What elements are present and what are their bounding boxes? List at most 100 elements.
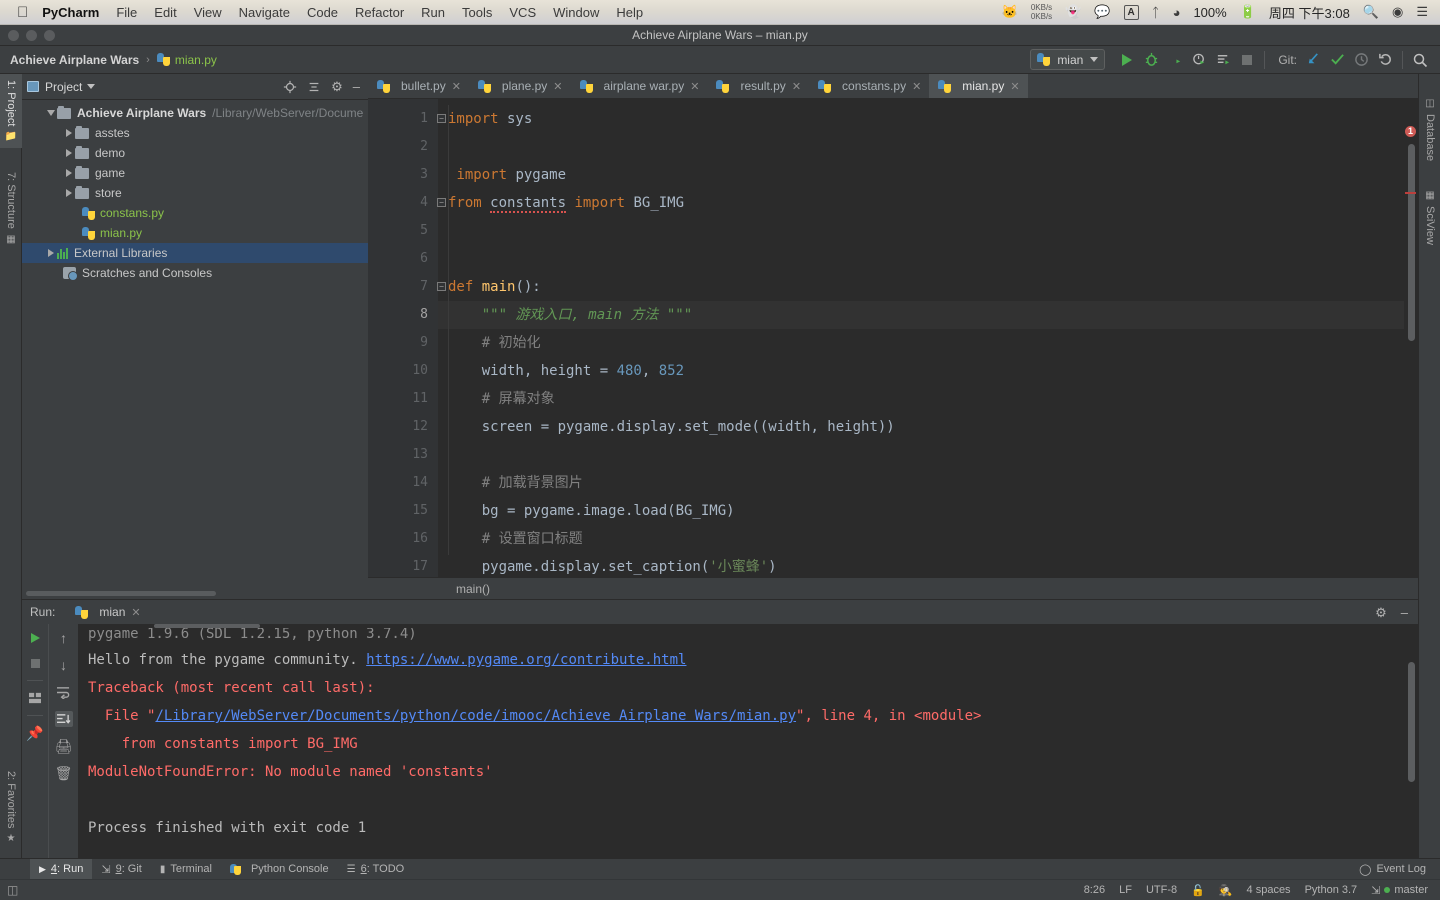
hide-panel-icon[interactable]: ‒ [1401,606,1408,619]
expand-arrow-icon[interactable] [44,249,57,257]
tree-item-mian-py[interactable]: mian.py [22,223,368,243]
breadcrumb-main-function[interactable]: main() [456,582,490,596]
history-button[interactable] [1349,48,1373,72]
tool-tab-python-console[interactable]: Python Console [221,859,338,880]
next-occurrence-button[interactable]: ↓ [55,657,73,673]
scrollbar-thumb[interactable] [26,591,216,596]
menu-item-view[interactable]: View [194,5,222,20]
sidebar-item-database[interactable]: ◫ Database [1419,92,1440,167]
menu-item-code[interactable]: Code [307,5,338,20]
scroll-to-end-button[interactable] [54,711,73,727]
close-tab-icon[interactable]: ✕ [690,80,699,93]
input-method-icon[interactable]: A [1123,4,1139,20]
breadcrumb-project[interactable]: Achieve Airplane Wars [10,53,139,67]
tool-tab-run[interactable]: ▶ 4: Run [30,858,93,880]
lock-icon[interactable]: 🔓 [1191,884,1205,897]
event-log-button[interactable]: ◯ Event Log [1359,863,1440,876]
editor-marker-bar[interactable]: 1 [1404,124,1418,577]
gear-icon[interactable]: ⚙ [331,80,343,93]
clear-all-button[interactable]: 🗑 [55,765,73,781]
qq-icon[interactable]: 👻 [1065,4,1081,20]
file-encoding[interactable]: UTF-8 [1146,884,1177,896]
tree-item-game[interactable]: game [22,163,368,183]
menu-item-pycharm[interactable]: PyCharm [42,5,99,20]
battery-percent[interactable]: 100% [1193,5,1226,20]
sidebar-item-sciview[interactable]: ▦ SciView [1419,184,1440,251]
locate-icon[interactable] [283,80,297,94]
expand-arrow-icon[interactable] [62,169,75,177]
menu-item-vcs[interactable]: VCS [509,5,536,20]
prev-occurrence-button[interactable]: ↑ [55,630,73,646]
indent-setting[interactable]: 4 spaces [1247,884,1291,896]
tool-tab-git[interactable]: ⇲ 9: Git [92,859,151,880]
close-tab-icon[interactable]: ✕ [452,80,461,93]
close-tab-icon[interactable]: ✕ [792,80,801,93]
menu-item-edit[interactable]: Edit [154,5,176,20]
project-horizontal-scrollbar[interactable] [22,587,368,599]
file-path-link[interactable]: /Library/WebServer/Documents/python/code… [155,708,796,724]
wechat-icon[interactable]: 💬 [1094,4,1110,20]
search-everywhere-icon[interactable] [1408,48,1432,72]
toggle-toolbar-icon[interactable]: ◫ [7,883,18,897]
network-speed-indicator[interactable]: 0KB/s 0KB/s [1031,3,1052,21]
commit-button[interactable] [1325,48,1349,72]
stop-button[interactable] [26,655,44,671]
run-console-output[interactable]: pygame 1.9.6 (SDL 1.2.15, python 3.7.4) … [78,624,1418,858]
menu-item-tools[interactable]: Tools [462,5,492,20]
tab-mian-py[interactable]: mian.py ✕ [929,74,1028,98]
menu-item-run[interactable]: Run [421,5,445,20]
run-with-console-button[interactable] [1211,48,1235,72]
tool-tab-terminal[interactable]: ▮ Terminal [151,859,221,880]
console-scrollbar-thumb[interactable] [1408,662,1415,782]
hector-inspection-icon[interactable]: 🕵 [1219,884,1233,897]
battery-charging-icon[interactable]: 🔋 [1240,4,1256,20]
wifi-icon[interactable]: ◕ [1173,5,1181,20]
tab-bullet-py[interactable]: bullet.py ✕ [368,74,469,98]
tab-constans-py[interactable]: constans.py ✕ [809,74,929,98]
error-marker[interactable] [1405,192,1416,194]
stop-button[interactable] [1235,48,1259,72]
expand-arrow-icon[interactable] [62,129,75,137]
run-coverage-button[interactable] [1163,48,1187,72]
print-button[interactable]: 🖨 [55,738,73,754]
rollback-button[interactable] [1373,48,1397,72]
collapse-all-icon[interactable] [307,80,321,94]
menu-item-help[interactable]: Help [616,5,643,20]
editor-gutter[interactable]: 1− 2 3 4− 5 6 7− 8 9 10 11 12 13 14 15 1… [368,99,446,577]
tool-tab-todo[interactable]: ☰ 6: TODO [338,859,414,880]
cat-icon[interactable]: 🐱 [1002,4,1018,20]
run-configuration-selector[interactable]: mian [1030,49,1106,70]
profile-button[interactable] [1187,48,1211,72]
chevron-down-icon[interactable] [87,84,96,89]
menu-item-file[interactable]: File [116,5,137,20]
tree-item-constans-py[interactable]: constans.py [22,203,368,223]
tree-item-external-libraries[interactable]: External Libraries [22,243,368,263]
sidebar-item-structure[interactable]: 7: Structure ▦ [0,166,22,251]
debug-button[interactable] [1139,48,1163,72]
hide-icon[interactable]: ‒ [353,80,360,93]
close-tab-icon[interactable]: ✕ [553,80,562,93]
caret-position[interactable]: 8:26 [1084,884,1105,896]
close-icon[interactable]: ✕ [131,606,140,619]
pin-tab-button[interactable]: 📌 [26,725,44,741]
line-separator[interactable]: LF [1119,884,1132,896]
tab-plane-py[interactable]: plane.py ✕ [469,74,571,98]
siri-icon[interactable]: ◉ [1392,4,1403,20]
update-project-button[interactable] [1301,48,1325,72]
tree-item-store[interactable]: store [22,183,368,203]
bluetooth-icon[interactable]: ᛏ [1152,5,1160,20]
menu-item-refactor[interactable]: Refactor [355,5,404,20]
breadcrumb-file[interactable]: mian.py [175,53,217,67]
expand-arrow-icon[interactable] [62,149,75,157]
apple-icon[interactable]:  [17,5,28,20]
tab-airplane-war-py[interactable]: airplane war.py ✕ [571,74,708,98]
restore-layout-button[interactable] [26,690,44,706]
close-tab-icon[interactable]: ✕ [912,80,921,93]
python-interpreter[interactable]: Python 3.7 [1305,884,1358,896]
sidebar-item-favorites[interactable]: 2: Favorites ★ [0,765,22,850]
rerun-button[interactable] [26,630,44,646]
editor-scrollbar-thumb[interactable] [1408,144,1415,341]
menu-item-window[interactable]: Window [553,5,599,20]
code-editor[interactable]: import sys import pygame from constants … [438,99,1418,577]
menu-bar-clock[interactable]: 周四 下午3:08 [1269,3,1350,22]
